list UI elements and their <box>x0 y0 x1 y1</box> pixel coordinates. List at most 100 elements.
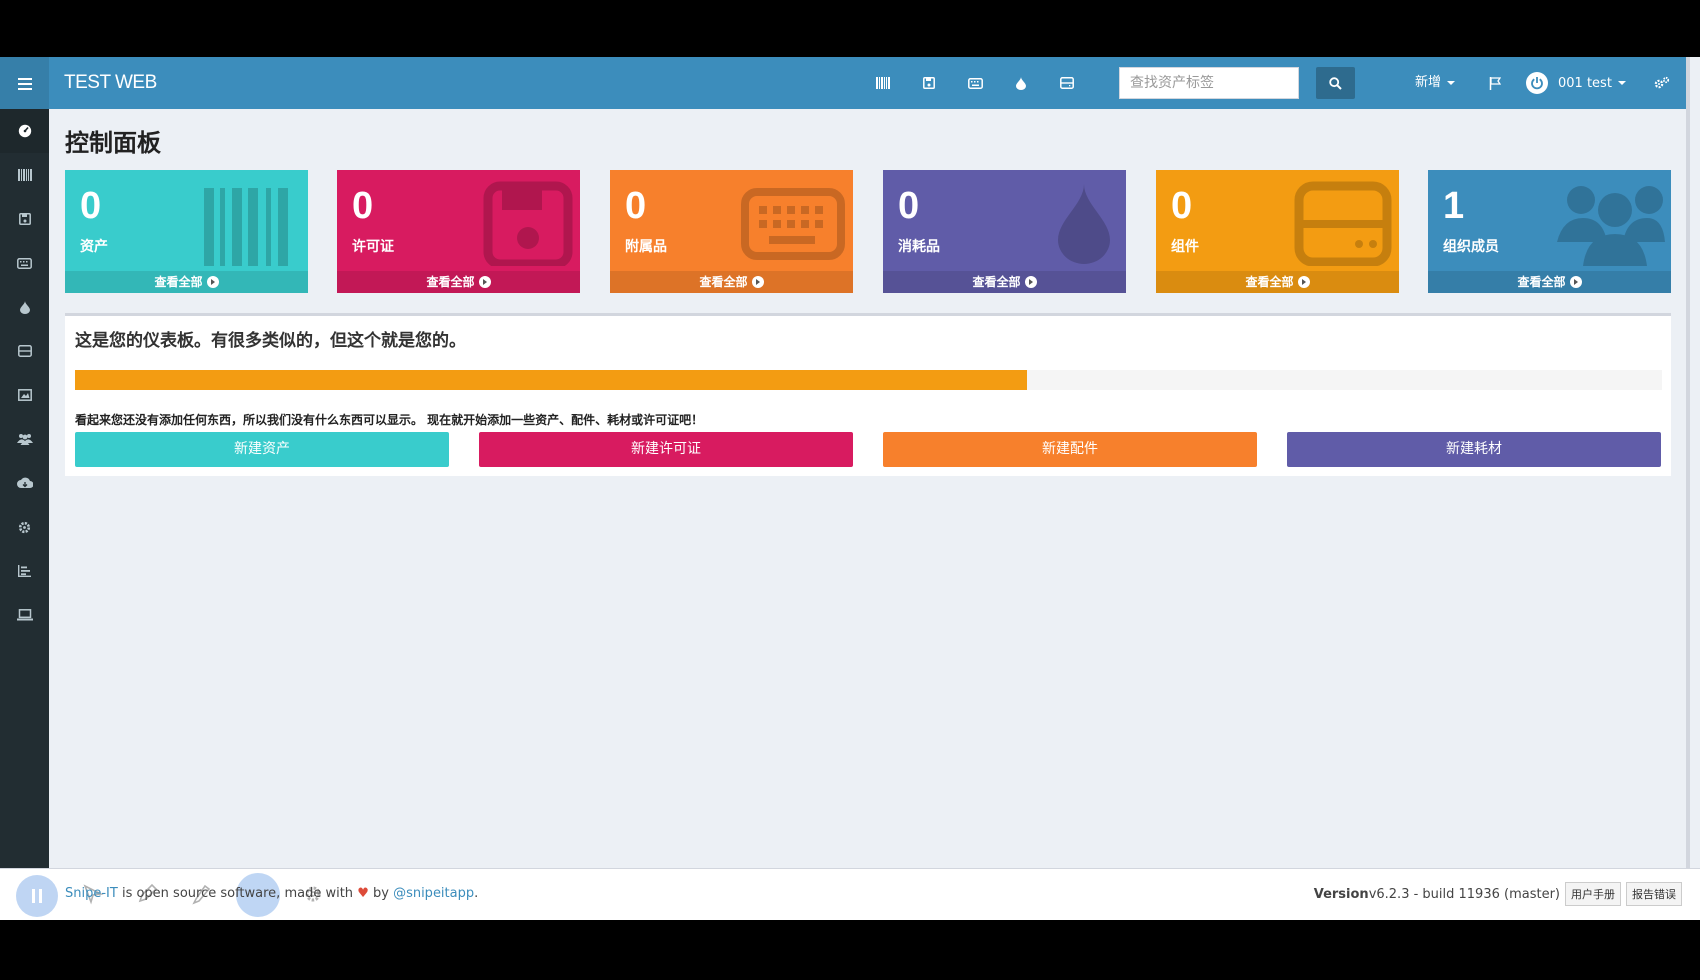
caret-down-icon <box>1617 81 1626 85</box>
view-all-label: 查看全部 <box>699 275 748 289</box>
cog-icon <box>18 521 31 533</box>
card-count: 0 <box>898 185 920 227</box>
barcode-icon <box>204 188 288 266</box>
tint-drop-icon <box>19 300 30 314</box>
card-label: 组织成员 <box>1443 239 1499 255</box>
view-all-label: 查看全部 <box>1245 275 1294 289</box>
card-label: 附属品 <box>625 239 667 255</box>
keyboard-icon <box>967 77 983 89</box>
licenses-link[interactable] <box>906 57 952 109</box>
version-label: Version <box>1313 886 1369 902</box>
sidebar-item-assets[interactable] <box>0 153 49 197</box>
new-license-button[interactable]: 新建许可证 <box>479 432 853 467</box>
dashboard-icon <box>18 124 31 138</box>
cogs-icon <box>1654 76 1670 89</box>
sidebar-item-consumables[interactable] <box>0 285 49 329</box>
consumables-link[interactable] <box>998 57 1044 109</box>
user-name: 001 test <box>1558 75 1612 91</box>
user-dropdown[interactable]: 001 test <box>1526 57 1626 109</box>
create-new-label: 新增 <box>1415 75 1442 90</box>
menu-icon <box>17 78 32 90</box>
caret-down-icon <box>1447 80 1456 85</box>
scrollbar-track[interactable] <box>1686 57 1690 868</box>
user-manual-button[interactable]: 用户手册 <box>1565 882 1621 906</box>
snipeitapp-link[interactable]: @snipeitapp <box>393 886 474 901</box>
view-all-label: 查看全部 <box>972 275 1021 289</box>
asset-tag-search-input[interactable]: 查找资产标签 <box>1119 67 1299 99</box>
accessories-link[interactable] <box>952 57 998 109</box>
top-navbar: TEST WEB 查找资产标签 新增 001 test <box>0 57 1690 109</box>
barcode-icon <box>17 169 32 181</box>
card-count: 0 <box>80 185 102 227</box>
alerts-button[interactable] <box>1480 57 1510 109</box>
card-count: 1 <box>1443 185 1465 227</box>
floppy-disk-icon <box>18 213 31 225</box>
footer-version-area: Version v6.2.3 - build 11936 (master) 用户… <box>1314 882 1682 906</box>
sidebar-item-settings[interactable] <box>0 505 49 549</box>
new-accessory-button[interactable]: 新建配件 <box>883 432 1257 467</box>
assets-link[interactable] <box>860 57 906 109</box>
summary-card-users[interactable]: 1 组织成员 查看全部 <box>1428 170 1671 293</box>
card-count: 0 <box>625 185 647 227</box>
view-all-link[interactable]: 查看全部 <box>610 271 853 293</box>
view-all-link[interactable]: 查看全部 <box>883 271 1126 293</box>
hdd-icon <box>1294 181 1392 266</box>
new-asset-button[interactable]: 新建资产 <box>75 432 449 467</box>
tint-drop-icon <box>1058 184 1110 264</box>
heart-icon: ♥ <box>357 886 369 901</box>
admin-settings-button[interactable] <box>1650 57 1674 109</box>
arrow-circle-right-icon <box>1024 275 1037 288</box>
summary-card-components[interactable]: 0 组件 查看全部 <box>1156 170 1399 293</box>
users-icon <box>1557 186 1665 266</box>
new-consumable-button[interactable]: 新建耗材 <box>1287 432 1661 467</box>
view-all-link[interactable]: 查看全部 <box>1428 271 1671 293</box>
sidebar-item-components[interactable] <box>0 329 49 373</box>
view-all-link[interactable]: 查看全部 <box>1156 271 1399 293</box>
summary-card-consumables[interactable]: 0 消耗品 查看全部 <box>883 170 1126 293</box>
arrow-circle-right-icon <box>206 275 219 288</box>
search-button[interactable] <box>1316 67 1355 99</box>
sidebar <box>0 109 49 920</box>
sidebar-item-users[interactable] <box>0 417 49 461</box>
view-all-link[interactable]: 查看全部 <box>337 271 580 293</box>
arrow-circle-right-icon <box>1297 275 1310 288</box>
card-count: 0 <box>1171 185 1193 227</box>
sidebar-item-requestable[interactable] <box>0 593 49 637</box>
search-icon <box>1329 76 1342 90</box>
view-all-link[interactable]: 查看全部 <box>65 271 308 293</box>
sidebar-item-dashboard[interactable] <box>0 109 49 153</box>
snipeit-link[interactable]: Snipe-IT <box>65 886 118 901</box>
summary-card-licenses[interactable]: 0 许可证 查看全部 <box>337 170 580 293</box>
floppy-disk-icon <box>483 181 573 266</box>
summary-card-assets[interactable]: 0 资产 查看全部 <box>65 170 308 293</box>
sidebar-item-reports[interactable] <box>0 549 49 593</box>
sidebar-item-import[interactable] <box>0 461 49 505</box>
brand-link[interactable]: TEST WEB <box>64 57 157 109</box>
summary-card-accessories[interactable]: 0 附属品 查看全部 <box>610 170 853 293</box>
picture-icon <box>17 389 32 401</box>
users-icon <box>16 434 33 445</box>
arrow-circle-right-icon <box>1569 275 1582 288</box>
page-footer: Snipe-IT is open source software, made w… <box>0 868 1700 920</box>
cloud-download-icon <box>16 477 33 488</box>
footer-credits: Snipe-IT is open source software, made w… <box>65 886 478 901</box>
version-value: v6.2.3 - build 11936 (master) <box>1368 886 1560 902</box>
report-issue-button[interactable]: 报告错误 <box>1626 882 1682 906</box>
keyboard-icon <box>741 188 845 260</box>
footer-text-by: by <box>368 886 394 901</box>
pause-icon[interactable] <box>16 875 58 917</box>
create-new-dropdown[interactable]: 新增 <box>1415 57 1456 109</box>
components-link[interactable] <box>1044 57 1090 109</box>
card-label: 资产 <box>80 239 108 255</box>
sidebar-toggle-button[interactable] <box>0 57 49 109</box>
keyboard-icon <box>17 257 32 269</box>
sidebar-item-kits[interactable] <box>0 373 49 417</box>
sidebar-item-accessories[interactable] <box>0 241 49 285</box>
card-label: 消耗品 <box>898 239 940 255</box>
laptop-icon <box>16 609 33 621</box>
power-icon <box>1526 72 1548 94</box>
card-label: 组件 <box>1171 239 1199 255</box>
footer-text-mid: is open source software, made with <box>117 886 358 901</box>
sidebar-item-licenses[interactable] <box>0 197 49 241</box>
footer-period: . <box>474 886 479 901</box>
